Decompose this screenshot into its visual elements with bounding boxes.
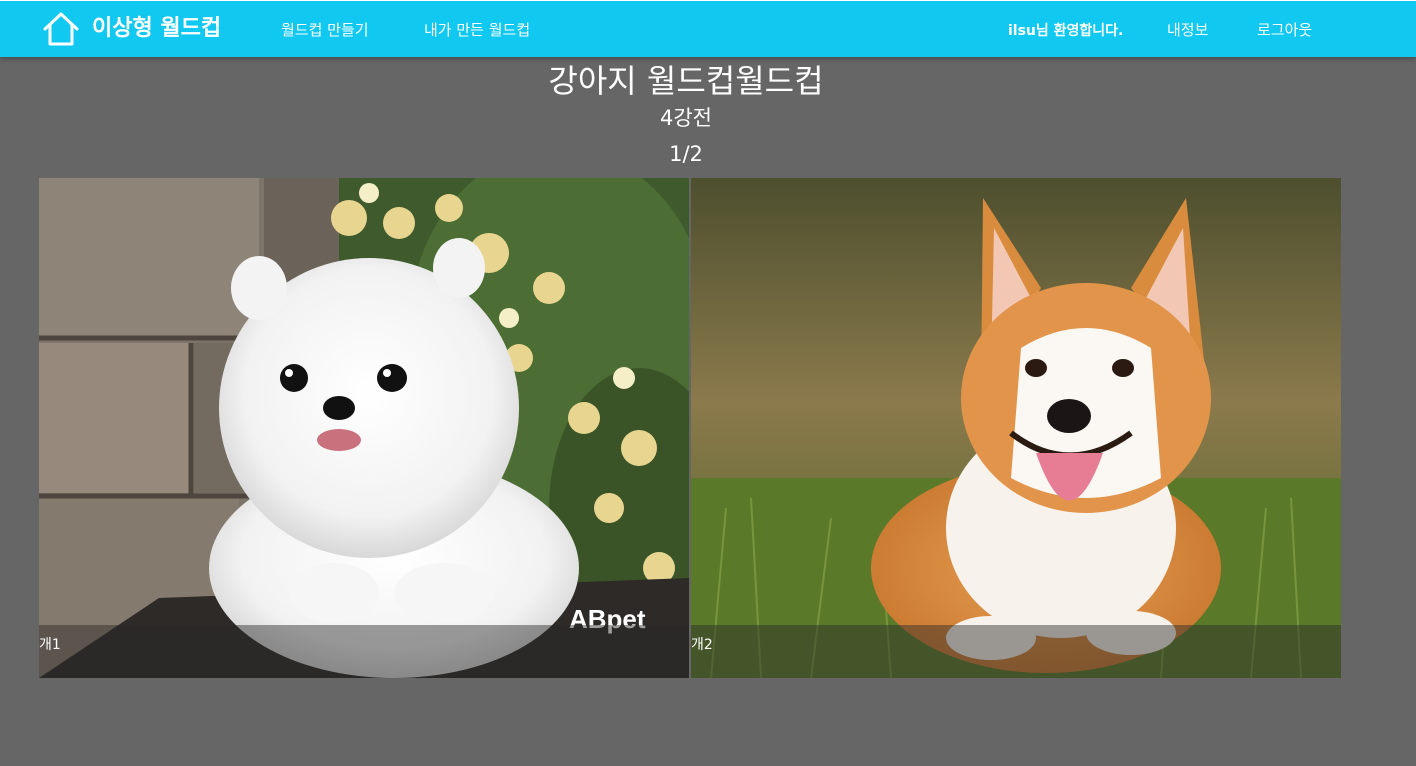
candidate-name-2: 개2 [691,637,713,653]
caption-bar [39,625,689,678]
round-label: 4강전 [659,106,712,130]
nav-my-worldcups[interactable]: 내가 만든 월드컵 [424,19,530,40]
candidate-card-1[interactable]: ABpet 개1 [39,178,689,678]
caption-bar [691,625,1341,678]
nav-my-info[interactable]: 내정보 [1167,19,1208,40]
worldcup-title: 강아지 월드컵월드컵 [548,62,824,100]
welcome-message: ilsu님 환영합니다. [1008,23,1124,39]
nav-logout[interactable]: 로그아웃 [1257,19,1312,40]
navbar: 이상형 월드컵 월드컵 만들기 내가 만든 월드컵 ilsu님 환영합니다. 내… [0,0,1416,57]
pomeranian-image: ABpet [39,178,689,678]
nav-create-worldcup[interactable]: 월드컵 만들기 [281,19,369,40]
corgi-image [691,178,1341,678]
match-progress: 1/2 [669,142,703,166]
home-icon[interactable] [42,11,80,47]
brand-title[interactable]: 이상형 월드컵 [92,10,221,42]
candidate-card-2[interactable]: 개2 [691,178,1341,678]
candidate-name-1: 개1 [39,637,61,653]
